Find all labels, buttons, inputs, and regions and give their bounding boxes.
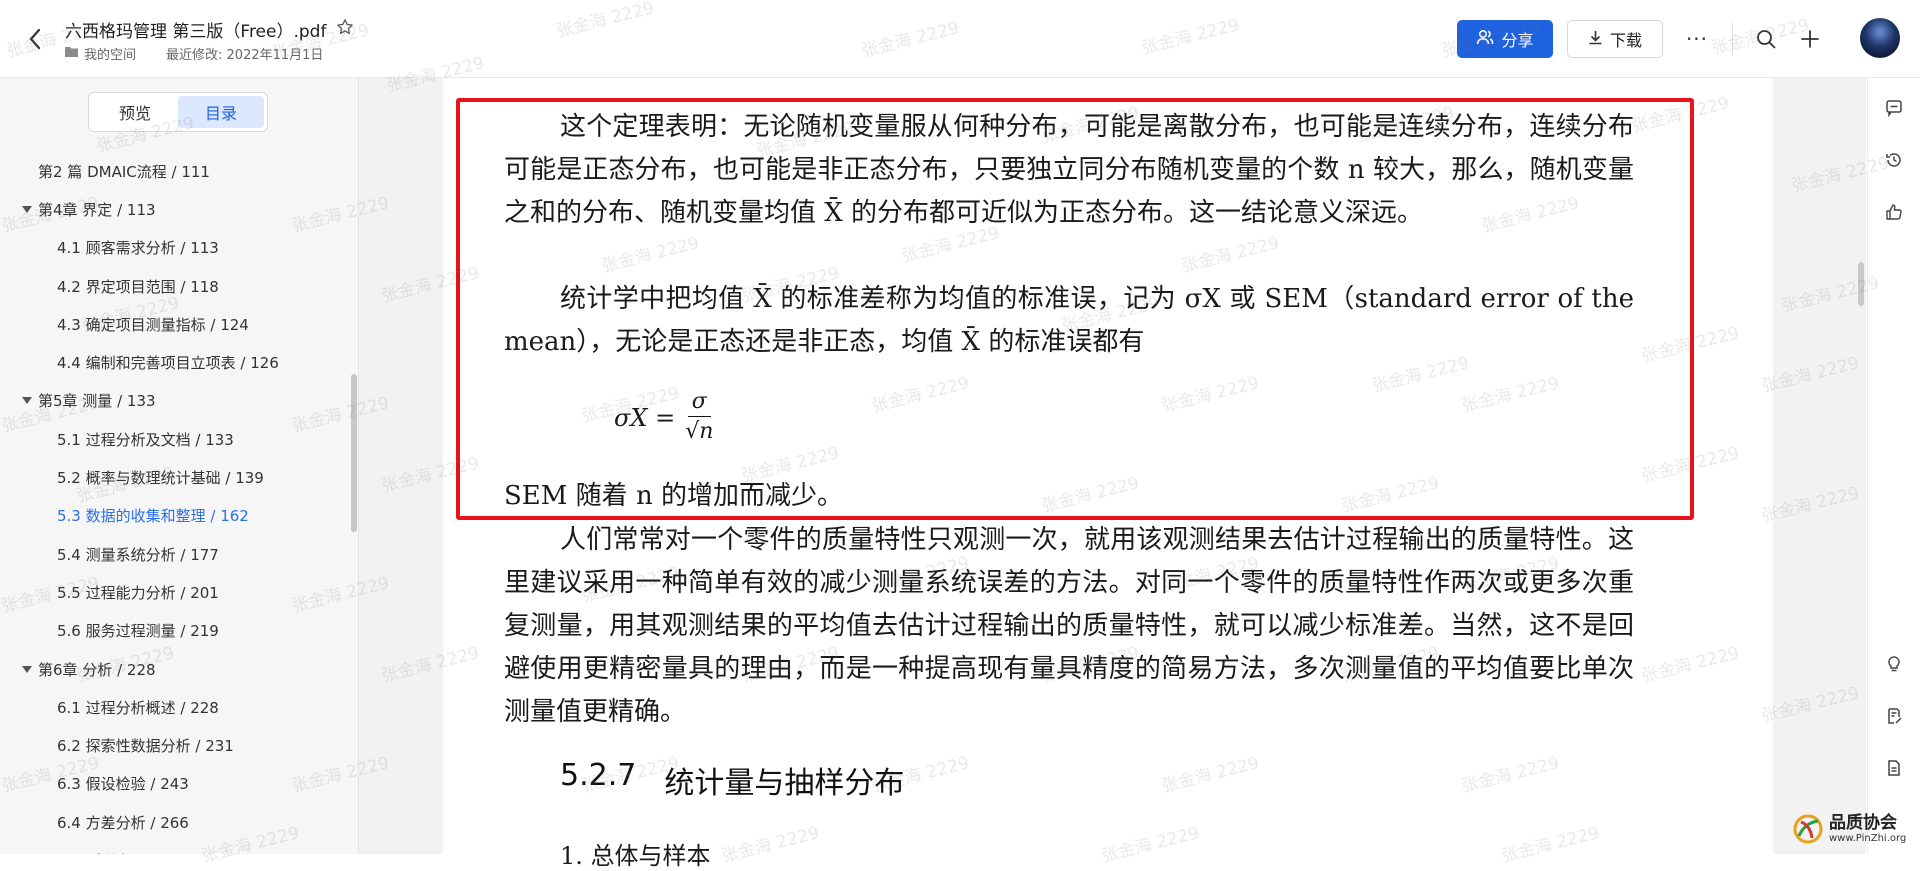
file-title: 六西格玛管理 第三版（Free）.pdf	[65, 22, 327, 42]
toc-item[interactable]: 6.1 过程分析概述 / 228	[0, 688, 350, 726]
toc-item[interactable]: 6.3 假设检验 / 243	[0, 765, 350, 803]
toc-label: 第5章 测量 / 133	[38, 392, 156, 411]
toc-item[interactable]: 4.3 确定项目测量指标 / 124	[0, 305, 350, 343]
download-icon	[1588, 30, 1603, 49]
users-icon	[1476, 29, 1494, 49]
toc-item[interactable]: 5.5 过程能力分析 / 201	[0, 573, 350, 611]
toc-item[interactable]: 6.4 方差分析 / 266	[0, 803, 350, 841]
toc-item[interactable]: 5.6 服务过程测量 / 219	[0, 612, 350, 650]
brand-name: 品质协会	[1829, 812, 1897, 833]
toc-item[interactable]: 4.4 编制和完善项目立项表 / 126	[0, 343, 350, 381]
download-label: 下载	[1609, 31, 1642, 50]
document-icon[interactable]	[1880, 754, 1908, 782]
toc-label: 5.3 数据的收集和整理 / 162	[57, 507, 249, 526]
sidebar: 预览 目录 第2 篇 DMAIC流程 / 111 第4章 界定 / 113 4.1 …	[0, 78, 359, 854]
tab-preview[interactable]: 预览	[92, 96, 178, 128]
paragraph-sem: 统计学中把均值 X̄ 的标准差称为均值的标准误，记为 σX 或 SEM（stan…	[504, 284, 1634, 357]
brand-logo: 品质协会 www.PinZhi.org	[1793, 814, 1906, 844]
edit-document-icon[interactable]	[1880, 702, 1908, 730]
paragraph-sem-decrease: SEM 随着 n 的增加而减少。	[504, 481, 843, 511]
plus-icon[interactable]	[1795, 24, 1825, 54]
formula-fraction: σ √n	[685, 388, 713, 447]
thumbs-up-icon[interactable]	[1880, 198, 1908, 226]
lightbulb-icon[interactable]	[1880, 650, 1908, 678]
toc-label: 第6章 分析 / 228	[38, 660, 156, 679]
search-icon[interactable]	[1751, 24, 1781, 54]
document-scrollbar[interactable]	[1858, 262, 1864, 306]
share-button[interactable]: 分享	[1457, 20, 1553, 58]
last-modified: 最近修改: 2022年11月1日	[166, 48, 324, 63]
toc-chapter[interactable]: 第6章 分析 / 228	[0, 650, 350, 688]
toc-item[interactable]: 6.2 探索性数据分析 / 231	[0, 726, 350, 764]
file-title-row: 六西格玛管理 第三版（Free）.pdf	[65, 17, 354, 42]
history-icon[interactable]	[1880, 146, 1908, 174]
top-bar: 六西格玛管理 第三版（Free）.pdf 我的空间 最近修改: 2022年11月…	[0, 0, 1920, 78]
toc-item[interactable]: 第2 篇 DMAIC流程 / 111	[0, 152, 350, 190]
toc-label: 第4章 界定 / 113	[38, 200, 156, 219]
toc-label: 第2 篇 DMAIC流程 / 111	[38, 162, 210, 181]
toc-item[interactable]: 6.5 列联表 / 278	[0, 841, 350, 854]
toc-label: 4.2 界定项目范围 / 118	[57, 277, 219, 296]
comment-icon[interactable]	[1880, 94, 1908, 122]
toc-label: 6.2 探索性数据分析 / 231	[57, 737, 234, 756]
toc-item[interactable]: 5.4 测量系统分析 / 177	[0, 535, 350, 573]
chevron-down-icon[interactable]	[22, 665, 32, 673]
file-meta: 我的空间 最近修改: 2022年11月1日	[65, 44, 323, 63]
tab-toc[interactable]: 目录	[178, 96, 264, 128]
toc-label: 4.4 编制和完善项目立项表 / 126	[57, 354, 279, 373]
toc-label: 4.3 确定项目测量指标 / 124	[57, 315, 249, 334]
brand-url: www.PinZhi.org	[1829, 832, 1907, 844]
chevron-down-icon[interactable]	[22, 397, 32, 405]
chevron-down-icon[interactable]	[22, 205, 32, 213]
toc-item[interactable]: 5.3 数据的收集和整理 / 162	[0, 497, 350, 535]
toc-item[interactable]: 4.2 界定项目范围 / 118	[0, 267, 350, 305]
folder-link[interactable]: 我的空间	[84, 44, 136, 63]
formula-lhs: σX =	[614, 403, 676, 432]
toc-chapter[interactable]: 第4章 界定 / 113	[0, 190, 350, 228]
formula-denominator: √n	[685, 419, 714, 444]
right-rail	[1867, 78, 1920, 854]
back-arrow-icon[interactable]	[22, 26, 48, 52]
toc-label: 5.2 概率与数理统计基础 / 139	[57, 469, 264, 488]
toc-item[interactable]: 5.1 过程分析及文档 / 133	[0, 420, 350, 458]
paragraph-repeat-measure: 人们常常对一个零件的质量特性只观测一次，就用该观测结果去估计过程输出的质量特性。…	[504, 525, 1634, 727]
toc-label: 6.3 假设检验 / 243	[57, 775, 189, 794]
more-icon[interactable]: ···	[1682, 24, 1712, 54]
toc-label: 5.5 过程能力分析 / 201	[57, 583, 219, 602]
toc-label: 5.4 测量系统分析 / 177	[57, 545, 219, 564]
share-label: 分享	[1501, 31, 1534, 50]
toc-label: 6.4 方差分析 / 266	[57, 813, 189, 832]
toc-chapter[interactable]: 第5章 测量 / 133	[0, 382, 350, 420]
avatar[interactable]	[1860, 18, 1900, 58]
toc-label: 6.1 过程分析概述 / 228	[57, 698, 219, 717]
section-title: 统计量与抽样分布	[664, 766, 905, 801]
section-heading: 5.2.7 统计量与抽样分布	[560, 758, 904, 802]
formula-numerator: σ	[687, 388, 711, 417]
sidebar-tabs: 预览 目录	[88, 92, 268, 132]
toc-label: 6.5 列联表 / 278	[57, 850, 174, 854]
toc-label: 5.1 过程分析及文档 / 133	[57, 430, 234, 449]
toc-list: 第2 篇 DMAIC流程 / 111 第4章 界定 / 113 4.1 顾客需求分析…	[0, 152, 350, 854]
star-icon[interactable]	[336, 18, 354, 41]
toc-item[interactable]: 5.2 概率与数理统计基础 / 139	[0, 458, 350, 496]
paragraph-theorem: 这个定理表明：无论随机变量服从何种分布，可能是离散分布，也可能是连续分布，连续分…	[504, 112, 1634, 228]
brand-emblem-icon	[1793, 814, 1823, 844]
section-number: 5.2.7	[560, 758, 637, 793]
toolbar-divider	[1732, 22, 1733, 56]
download-button[interactable]: 下载	[1567, 20, 1663, 58]
folder-icon	[65, 46, 78, 61]
toc-label: 5.6 服务过程测量 / 219	[57, 622, 219, 641]
formula-sem: σX = σ √n	[614, 388, 713, 447]
sidebar-scrollbar[interactable]	[351, 374, 357, 532]
toc-item[interactable]: 4.1 顾客需求分析 / 113	[0, 229, 350, 267]
toc-label: 4.1 顾客需求分析 / 113	[57, 239, 219, 258]
